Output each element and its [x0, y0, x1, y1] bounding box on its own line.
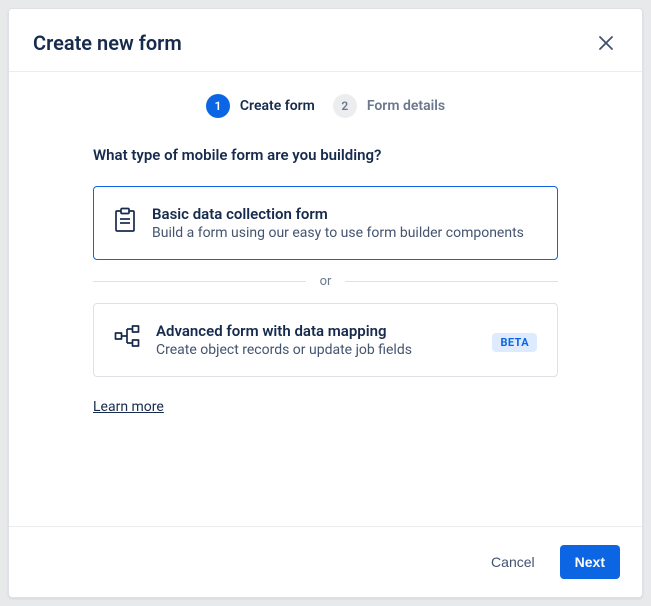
dialog-footer: Cancel Next [9, 526, 642, 597]
divider-line-left [93, 281, 306, 282]
badge-slot: BETA [492, 331, 537, 350]
option-advanced-desc: Create object records or update job fiel… [156, 342, 476, 358]
or-label: or [320, 274, 332, 289]
option-advanced-title: Advanced form with data mapping [156, 322, 387, 340]
cancel-button[interactable]: Cancel [476, 545, 550, 579]
create-form-dialog: Create new form 1 Create form 2 Form det… [8, 8, 643, 598]
step-2-label: Form details [367, 98, 445, 114]
step-1-number: 1 [206, 94, 230, 118]
content-area: What type of mobile form are you buildin… [9, 146, 642, 415]
option-basic-title: Basic data collection form [152, 205, 537, 223]
dialog-title: Create new form [33, 31, 182, 55]
or-divider: or [93, 274, 558, 289]
step-1: 1 Create form [206, 94, 315, 118]
option-basic-card[interactable]: Basic data collection form Build a form … [93, 186, 558, 260]
beta-badge: BETA [492, 333, 537, 352]
dialog-header: Create new form [9, 9, 642, 72]
learn-more-link[interactable]: Learn more [93, 399, 164, 415]
mapping-icon [114, 324, 140, 352]
close-icon [598, 35, 614, 51]
step-2: 2 Form details [333, 94, 445, 118]
step-1-label: Create form [240, 98, 315, 114]
clipboard-icon [114, 207, 136, 237]
option-advanced-card[interactable]: Advanced form with data mapping Create o… [93, 303, 558, 377]
dialog-body: 1 Create form 2 Form details What type o… [9, 72, 642, 526]
option-advanced-text: Advanced form with data mapping Create o… [156, 322, 476, 358]
stepper: 1 Create form 2 Form details [9, 72, 642, 142]
option-basic-desc: Build a form using our easy to use form … [152, 225, 537, 241]
step-2-number: 2 [333, 94, 357, 118]
option-basic-text: Basic data collection form Build a form … [152, 205, 537, 241]
divider-line-right [345, 281, 558, 282]
next-button[interactable]: Next [560, 545, 620, 579]
form-type-question: What type of mobile form are you buildin… [93, 146, 558, 164]
close-button[interactable] [594, 31, 618, 55]
